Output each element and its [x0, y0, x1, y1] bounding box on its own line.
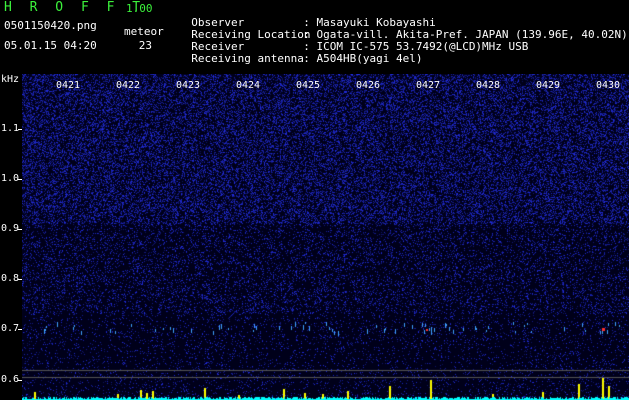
x-tick-label: 0427: [416, 80, 441, 91]
info-antenna: Receiving antenna: A504HB(yagi 4el): [178, 41, 422, 65]
y-tick-label: 0.6: [1, 374, 20, 385]
y-tick-label: 0.8: [1, 273, 20, 284]
y-tick-label: 0.7: [1, 323, 20, 334]
spectrogram-panel: [22, 74, 629, 400]
y-tick-label: 0.9: [1, 223, 20, 234]
info-value: : A504HB(yagi 4el): [303, 52, 423, 65]
y-tick-label: 1.1: [1, 123, 20, 134]
x-tick-label: 0425: [296, 80, 321, 91]
x-tick-label: 0428: [476, 80, 501, 91]
spectrogram-canvas: [22, 74, 629, 400]
info-label: Receiving antenna: [191, 52, 304, 65]
meteor-label: meteor: [124, 25, 164, 38]
app-title: H R O F F T: [4, 0, 146, 15]
timestamp: 05.01.15 04:20: [4, 39, 97, 52]
x-tick-label: 0422: [116, 80, 141, 91]
x-tick-label: 0424: [236, 80, 261, 91]
meteor-count: 23: [138, 39, 152, 52]
app-version: 1.00: [126, 2, 153, 15]
file-name: 0501150420.png: [4, 19, 97, 32]
x-tick-label: 0423: [176, 80, 201, 91]
y-tick-label: 1.0: [1, 173, 20, 184]
x-tick-label: 0430: [596, 80, 621, 91]
x-tick-label: 0421: [56, 80, 81, 91]
x-tick-label: 0429: [536, 80, 561, 91]
x-tick-label: 0426: [356, 80, 381, 91]
y-unit-label: kHz: [1, 74, 20, 85]
